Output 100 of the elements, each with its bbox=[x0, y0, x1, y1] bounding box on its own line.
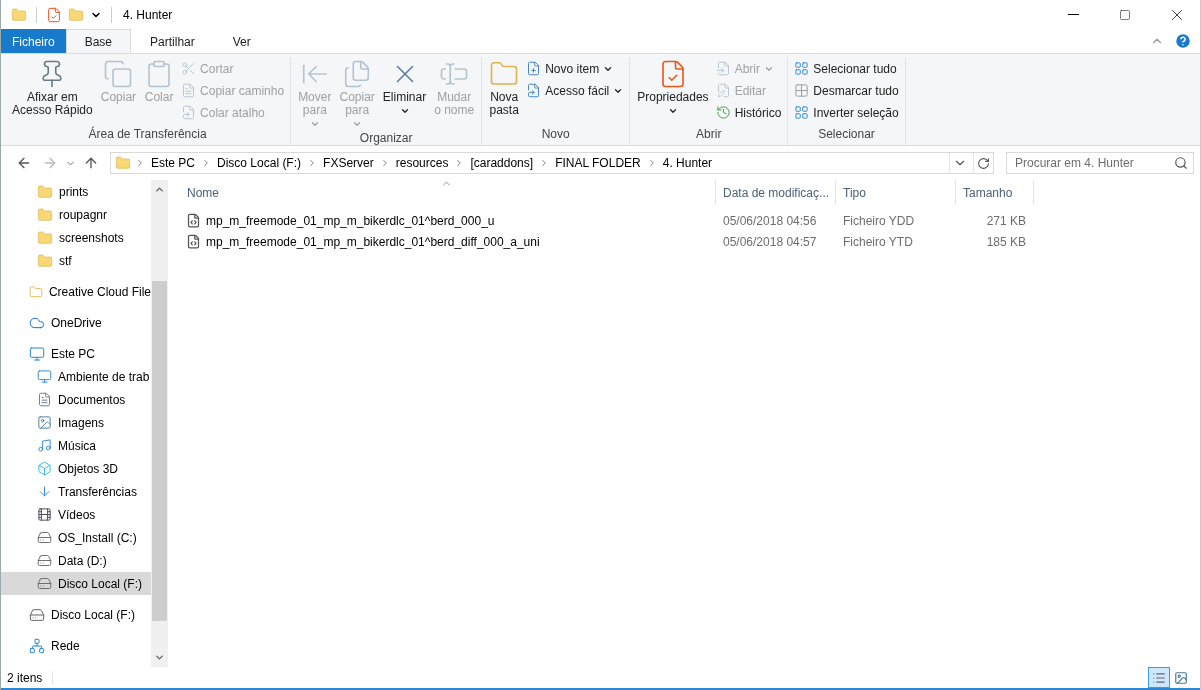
sidebar-item[interactable]: Documentos bbox=[1, 388, 151, 411]
open-icon bbox=[715, 61, 731, 76]
sidebar-item[interactable]: Rede bbox=[1, 634, 151, 657]
ribbon-tab[interactable]: Partilhar bbox=[131, 29, 214, 53]
sidebar-item[interactable]: roupagnr bbox=[1, 203, 151, 226]
ribbon-button[interactable]: Acesso fácil bbox=[524, 81, 626, 100]
music-note-icon bbox=[37, 438, 52, 453]
sidebar-item[interactable]: Este PC bbox=[1, 342, 151, 365]
chevron-icon bbox=[201, 158, 211, 168]
breadcrumb[interactable]: FINAL FOLDER bbox=[553, 156, 643, 170]
sidebar-item[interactable]: Disco Local (F:) bbox=[1, 603, 151, 626]
group-label: Selecionar bbox=[817, 127, 876, 143]
folder-icon bbox=[29, 283, 43, 300]
folder-icon bbox=[37, 183, 53, 200]
list-icon bbox=[1152, 670, 1166, 685]
cube-icon bbox=[37, 461, 52, 476]
shortcut-icon bbox=[526, 83, 542, 98]
sidebar-item[interactable]: Imagens bbox=[1, 411, 151, 434]
monitor-icon bbox=[37, 369, 52, 384]
table-cell-text: Ficheiro YDD bbox=[842, 213, 916, 228]
grid-icon bbox=[794, 83, 810, 98]
scroll-up-icon[interactable] bbox=[154, 184, 165, 195]
breadcrumb[interactable]: 4. Hunter bbox=[660, 156, 715, 170]
folder-icon bbox=[37, 229, 53, 246]
refresh-icon bbox=[977, 156, 990, 170]
window-title: 4. Hunter bbox=[123, 7, 173, 22]
shortcut-icon bbox=[181, 105, 197, 120]
sidebar-item[interactable]: OneDrive bbox=[1, 311, 151, 334]
scroll-down-icon[interactable] bbox=[154, 652, 165, 663]
breadcrumb[interactable]: resources bbox=[393, 156, 451, 170]
breadcrumb[interactable]: Disco Local (F:) bbox=[215, 156, 304, 170]
sidebar-item[interactable]: Disco Local (F:) bbox=[1, 572, 151, 595]
column-header[interactable]: Data de modificaç... bbox=[716, 180, 836, 205]
sidebar-item[interactable]: Data (D:) bbox=[1, 549, 151, 572]
file-name[interactable]: mp_m_freemode_01_mp_m_bikerdlc_01^berd_diff_000_a_uni bbox=[180, 234, 716, 249]
ribbon-button[interactable]: Novo item bbox=[524, 59, 626, 78]
sidebar-item[interactable]: Objetos 3D bbox=[1, 457, 151, 480]
image-icon bbox=[37, 415, 52, 430]
scrollbar-thumb[interactable] bbox=[152, 281, 167, 621]
image-icon bbox=[1174, 670, 1188, 685]
file-name[interactable]: mp_m_freemode_01_mp_m_bikerdlc_01^berd_000_u bbox=[180, 213, 716, 228]
ribbon-button[interactable]: Nova pasta bbox=[486, 57, 523, 127]
ribbon-button[interactable]: Desmarcar tudo bbox=[792, 81, 901, 100]
minimize-icon bbox=[1067, 14, 1079, 15]
file-icon bbox=[186, 213, 201, 228]
ribbon-tab[interactable]: Ficheiro bbox=[1, 29, 66, 53]
column-header[interactable]: Nome bbox=[180, 180, 716, 205]
breadcrumb[interactable]: Este PC bbox=[149, 156, 197, 170]
new-item-icon bbox=[526, 61, 542, 76]
column-header[interactable]: Tipo bbox=[836, 180, 956, 205]
drive-icon bbox=[37, 576, 52, 591]
folder-icon bbox=[115, 155, 131, 171]
table-cell-text: Ficheiro YTD bbox=[842, 234, 914, 249]
forward-arrow-icon bbox=[42, 155, 58, 171]
sidebar-item[interactable]: stf bbox=[1, 249, 151, 272]
table-cell-text: 271 KB bbox=[985, 213, 1027, 228]
group-label: Área de Transferência bbox=[87, 127, 208, 143]
ribbon-tab[interactable]: Ver bbox=[213, 29, 270, 53]
folder-icon bbox=[68, 6, 84, 23]
sidebar-item[interactable]: Música bbox=[1, 434, 151, 457]
help-icon[interactable] bbox=[1174, 32, 1192, 50]
column-header[interactable]: Tamanho bbox=[956, 180, 1034, 205]
sidebar-item[interactable]: screenshots bbox=[1, 226, 151, 249]
group-label: Abrir bbox=[695, 127, 723, 143]
sidebar-item[interactable]: Ambiente de trab bbox=[1, 365, 151, 388]
drive-icon bbox=[29, 606, 45, 623]
ribbon-button[interactable]: Propriedades bbox=[634, 57, 712, 127]
maximize-icon bbox=[1119, 8, 1131, 21]
group-label: Novo bbox=[540, 127, 571, 143]
group-label: Organizar bbox=[358, 131, 414, 147]
ribbon-button[interactable]: Histórico bbox=[713, 103, 784, 122]
film-icon bbox=[37, 507, 52, 522]
sidebar-item[interactable]: Creative Cloud File bbox=[1, 280, 151, 303]
sidebar-item[interactable]: Vídeos bbox=[1, 503, 151, 526]
scrollbar[interactable] bbox=[151, 180, 168, 667]
checked-document-icon[interactable] bbox=[46, 6, 62, 23]
folder-icon bbox=[11, 6, 27, 23]
search-field[interactable]: Procurar em 4. Hunter bbox=[1006, 152, 1194, 174]
ribbon-button[interactable]: Afixar em Acesso Rápido bbox=[9, 57, 96, 127]
details-view-button[interactable] bbox=[1148, 667, 1170, 688]
table-cell-text: 05/06/2018 04:57 bbox=[722, 234, 818, 249]
document-icon bbox=[37, 392, 52, 407]
table-cell-text: 05/06/2018 04:56 bbox=[722, 213, 818, 228]
ribbon-button[interactable]: Inverter seleção bbox=[792, 103, 901, 122]
breadcrumb[interactable]: FXServer bbox=[321, 156, 376, 170]
folder-icon bbox=[37, 252, 53, 269]
ribbon-button[interactable]: Eliminar bbox=[379, 57, 430, 131]
drive-icon bbox=[37, 530, 52, 545]
drive-icon bbox=[37, 553, 52, 568]
ribbon-tab[interactable]: Base bbox=[65, 29, 132, 53]
breadcrumb[interactable]: [caraddons] bbox=[468, 156, 536, 170]
grid-icon bbox=[794, 61, 810, 76]
ribbon-button[interactable]: Selecionar tudo bbox=[792, 59, 901, 78]
edit-icon bbox=[715, 83, 731, 98]
sidebar-item[interactable]: OS_Install (C:) bbox=[1, 526, 151, 549]
address-field[interactable]: Este PC Disco Local (F:) FXServer resources [caraddons] FINAL FOLDER 4. Hunter bbox=[110, 152, 994, 174]
back-arrow-icon bbox=[16, 155, 32, 171]
sidebar-item[interactable]: Transferências bbox=[1, 480, 151, 503]
monitor-icon bbox=[29, 345, 45, 362]
sidebar-item[interactable]: prints bbox=[1, 180, 151, 203]
